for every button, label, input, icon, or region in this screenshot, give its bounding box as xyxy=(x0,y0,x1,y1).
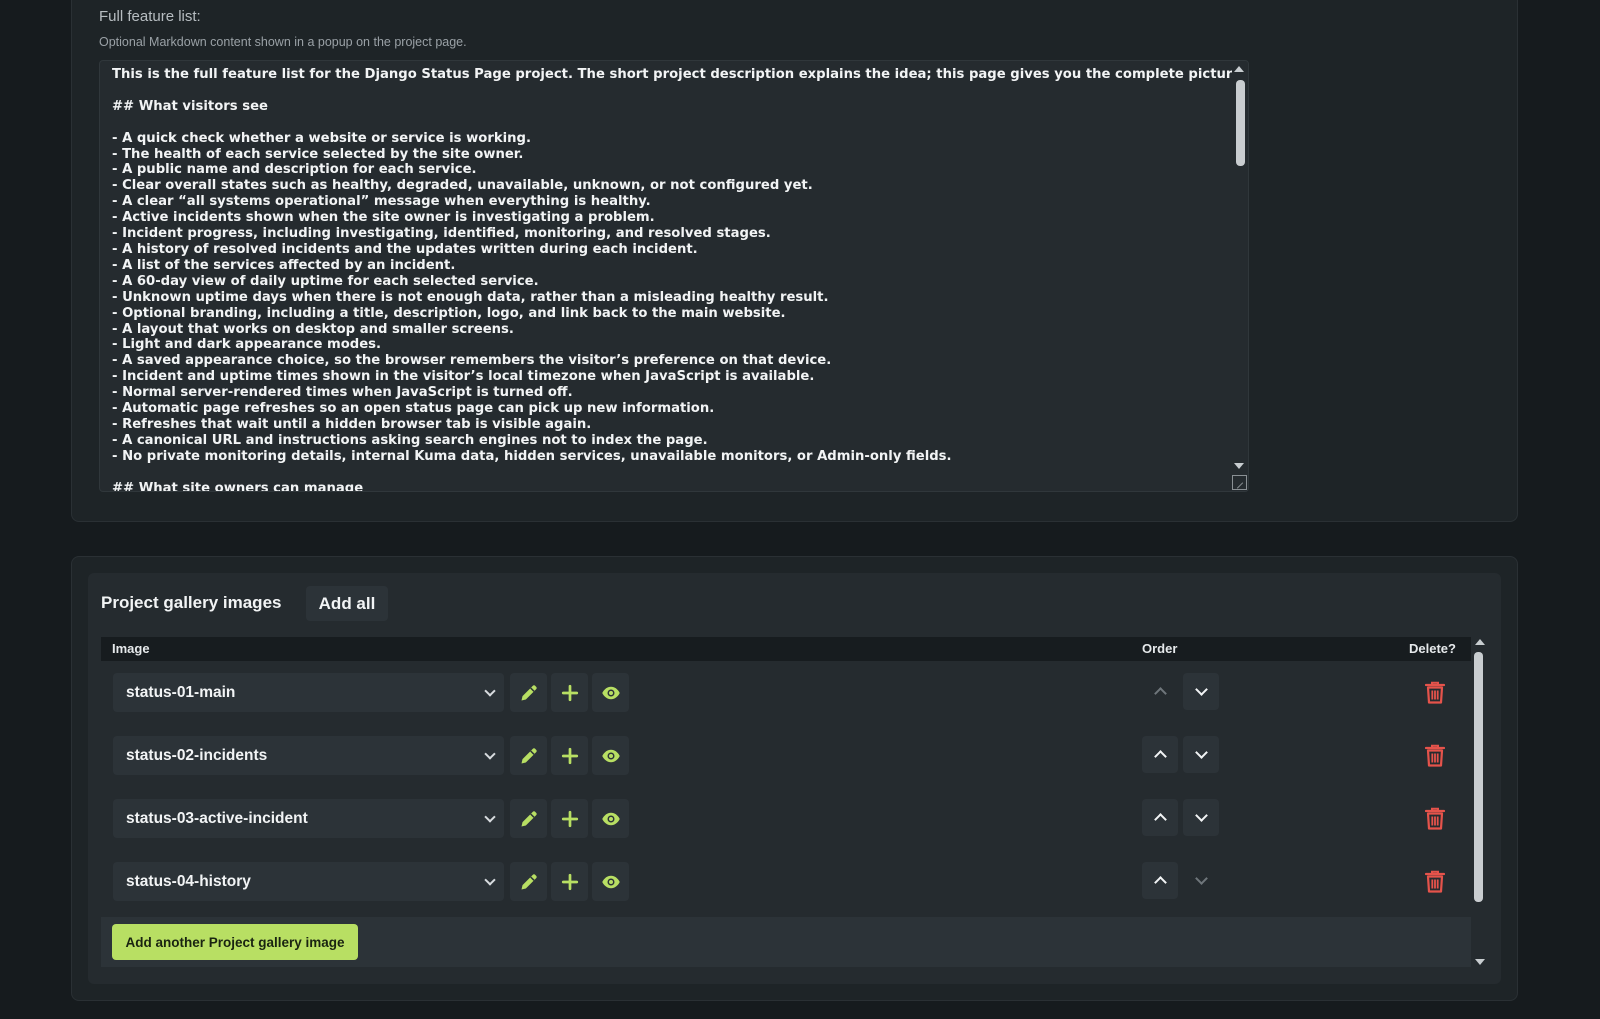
chevron-up-icon xyxy=(1153,687,1167,700)
add-image-button[interactable] xyxy=(551,862,588,901)
gallery-scrollbar[interactable] xyxy=(1471,637,1488,967)
scroll-down-arrow-icon[interactable] xyxy=(1234,463,1244,469)
image-select[interactable]: status-01-main xyxy=(113,673,504,712)
feature-list-label: Full feature list: xyxy=(99,8,201,25)
view-image-button[interactable] xyxy=(592,799,629,838)
eye-icon xyxy=(601,749,620,762)
table-row: status-04-history xyxy=(101,850,1471,913)
move-down-button[interactable] xyxy=(1183,799,1219,836)
move-up-button[interactable] xyxy=(1142,799,1178,836)
delete-button[interactable] xyxy=(1423,805,1447,831)
trash-icon xyxy=(1425,807,1445,830)
chevron-down-icon xyxy=(484,874,496,886)
chevron-up-icon xyxy=(1153,750,1167,763)
image-select-value: status-03-active-incident xyxy=(126,809,308,827)
edit-image-button[interactable] xyxy=(510,862,547,901)
trash-icon xyxy=(1425,870,1445,893)
chevron-up-icon xyxy=(1153,876,1167,889)
column-order: Order xyxy=(1142,641,1178,656)
view-image-button[interactable] xyxy=(592,736,629,775)
plus-icon xyxy=(561,747,578,764)
add-another-image-button[interactable]: Add another Project gallery image xyxy=(112,924,358,960)
textarea-resize-handle[interactable] xyxy=(1232,475,1247,490)
plus-icon xyxy=(561,684,578,701)
chevron-down-icon xyxy=(1194,746,1208,759)
add-all-button[interactable]: Add all xyxy=(306,586,388,621)
add-image-button[interactable] xyxy=(551,673,588,712)
eye-icon xyxy=(601,686,620,699)
add-image-button[interactable] xyxy=(551,799,588,838)
chevron-down-icon xyxy=(1194,683,1208,696)
move-down-button[interactable] xyxy=(1183,673,1219,710)
column-image: Image xyxy=(112,641,150,656)
chevron-down-icon xyxy=(1194,872,1208,885)
image-select[interactable]: status-04-history xyxy=(113,862,504,901)
scroll-down-arrow-icon[interactable] xyxy=(1475,959,1485,965)
plus-icon xyxy=(561,873,578,890)
add-image-button[interactable] xyxy=(551,736,588,775)
trash-icon xyxy=(1425,681,1445,704)
add-row-container: Add another Project gallery image xyxy=(101,917,1471,967)
feature-list-help: Optional Markdown content shown in a pop… xyxy=(99,35,467,49)
pencil-icon xyxy=(521,684,537,700)
edit-image-button[interactable] xyxy=(510,799,547,838)
pencil-icon xyxy=(521,747,537,763)
chevron-down-icon xyxy=(484,748,496,760)
scroll-up-arrow-icon[interactable] xyxy=(1475,639,1485,645)
feature-list-text[interactable]: This is the full feature list for the Dj… xyxy=(112,67,1246,491)
column-delete: Delete? xyxy=(1409,641,1456,656)
chevron-down-icon xyxy=(1194,809,1208,822)
textarea-scrollbar[interactable] xyxy=(1232,61,1248,491)
image-select[interactable]: status-02-incidents xyxy=(113,736,504,775)
chevron-up-icon xyxy=(1153,813,1167,826)
image-select-value: status-04-history xyxy=(126,872,251,890)
textarea-scroll-thumb[interactable] xyxy=(1236,80,1245,166)
gallery-table-header: Image Order Delete? xyxy=(101,637,1471,661)
edit-image-button[interactable] xyxy=(510,673,547,712)
move-up-button[interactable] xyxy=(1142,673,1178,710)
trash-icon xyxy=(1425,744,1445,767)
delete-button[interactable] xyxy=(1423,868,1447,894)
table-row: status-01-main xyxy=(101,661,1471,724)
delete-button[interactable] xyxy=(1423,679,1447,705)
edit-image-button[interactable] xyxy=(510,736,547,775)
chevron-down-icon xyxy=(484,811,496,823)
scroll-up-arrow-icon[interactable] xyxy=(1234,66,1244,72)
feature-list-textarea[interactable]: This is the full feature list for the Dj… xyxy=(99,60,1249,492)
gallery-scroll-thumb[interactable] xyxy=(1474,652,1483,902)
delete-button[interactable] xyxy=(1423,742,1447,768)
pencil-icon xyxy=(521,810,537,826)
gallery-title: Project gallery images xyxy=(101,593,282,612)
plus-icon xyxy=(561,810,578,827)
eye-icon xyxy=(601,812,620,825)
image-select-value: status-02-incidents xyxy=(126,746,268,764)
view-image-button[interactable] xyxy=(592,673,629,712)
view-image-button[interactable] xyxy=(592,862,629,901)
image-select-value: status-01-main xyxy=(126,683,236,701)
eye-icon xyxy=(601,875,620,888)
image-select[interactable]: status-03-active-incident xyxy=(113,799,504,838)
table-row: status-03-active-incident xyxy=(101,787,1471,850)
table-row: status-02-incidents xyxy=(101,724,1471,787)
chevron-down-icon xyxy=(484,685,496,697)
pencil-icon xyxy=(521,873,537,889)
move-down-button[interactable] xyxy=(1183,862,1219,899)
move-down-button[interactable] xyxy=(1183,736,1219,773)
move-up-button[interactable] xyxy=(1142,736,1178,773)
move-up-button[interactable] xyxy=(1142,862,1178,899)
